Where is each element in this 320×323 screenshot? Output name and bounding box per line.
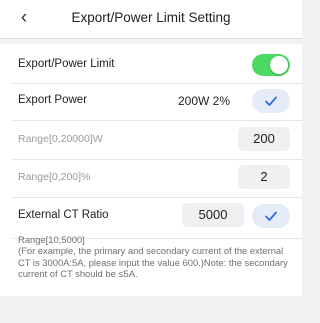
divider (12, 120, 302, 121)
ct-ratio-input[interactable]: 5000 (182, 203, 244, 227)
ct-ratio-label: External CT Ratio (18, 209, 109, 221)
export-limit-toggle[interactable] (252, 54, 290, 76)
export-power-pct-input[interactable]: 2 (238, 165, 290, 189)
export-power-row: Export Power 200W 2% (12, 86, 294, 116)
ct-help-text: (For example, the primary and secondary … (18, 245, 288, 279)
checkmark-icon (265, 211, 277, 221)
export-power-w-input[interactable]: 200 (238, 127, 290, 151)
range-pct-label: Range[0,200]% (18, 171, 91, 183)
range-w-row: Range[0,20000]W 200 (12, 124, 294, 154)
page-title: Export/Power Limit Setting (71, 10, 231, 25)
ct-range-text: Range[10,5000] (18, 234, 85, 245)
divider (12, 197, 302, 198)
toggle-knob (270, 56, 288, 74)
divider (12, 159, 302, 160)
header-bar: ‹ Export/Power Limit Setting (0, 0, 302, 39)
ct-ratio-note: Range[10,5000] (For example, the primary… (18, 234, 292, 279)
export-power-confirm-button[interactable] (252, 89, 290, 113)
range-w-label: Range[0,20000]W (18, 133, 103, 145)
export-limit-row: Export/Power Limit (12, 50, 294, 80)
export-limit-label: Export/Power Limit (18, 58, 115, 70)
ct-ratio-confirm-button[interactable] (252, 204, 290, 228)
export-power-value: 200W 2% (177, 94, 230, 108)
ct-ratio-row: External CT Ratio 5000 (12, 200, 294, 230)
export-power-label: Export Power (18, 94, 88, 106)
range-pct-row: Range[0,200]% 2 (12, 162, 294, 192)
divider (12, 83, 302, 84)
checkmark-icon (265, 96, 277, 106)
